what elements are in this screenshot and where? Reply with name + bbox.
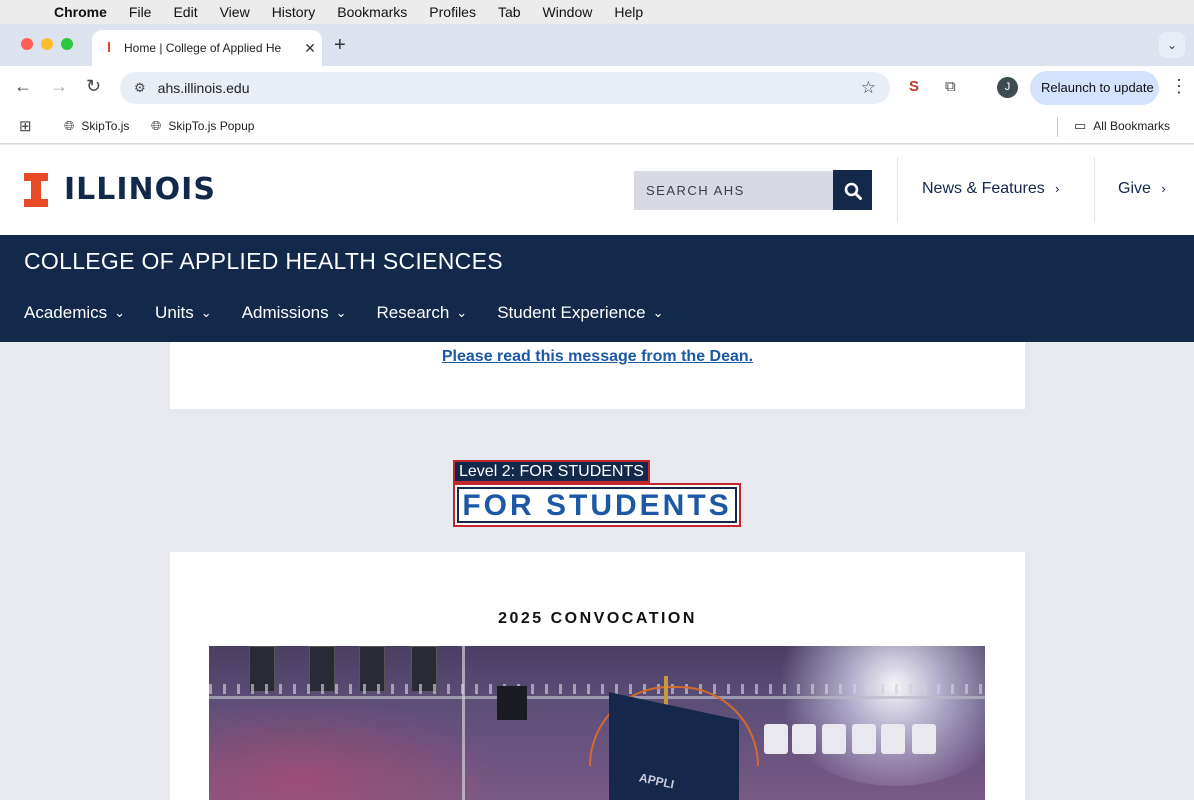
extension-s-icon[interactable]: S (909, 78, 919, 95)
tab-search-icon[interactable]: ⌄ (1159, 32, 1185, 58)
nav-research[interactable]: Research ⌄ (377, 303, 468, 323)
chevron-right-icon: › (1161, 181, 1166, 196)
college-bar: COLLEGE OF APPLIED HEALTH SCIENCES Acade… (0, 235, 1194, 342)
section-heading: FOR STUDENTS (453, 483, 741, 527)
illinois-logo[interactable]: ILLINOIS (24, 172, 216, 207)
convocation-photo[interactable]: APPLI (209, 646, 985, 800)
menu-tab[interactable]: Tab (498, 4, 521, 20)
header-divider (1094, 157, 1095, 223)
menu-history[interactable]: History (272, 4, 316, 20)
new-tab-icon[interactable]: + (334, 34, 346, 57)
bookmark-skipto[interactable]: 🌐︎ SkipTo.js (64, 118, 129, 134)
folder-icon: ▭ (1074, 118, 1087, 133)
reload-icon[interactable]: ↻ (86, 76, 101, 97)
main-nav: Academics ⌄ Units ⌄ Admissions ⌄ Researc… (24, 303, 693, 323)
chevron-right-icon: › (1055, 181, 1060, 196)
search-input[interactable]: SEARCH AHS (634, 171, 834, 210)
bookmarks-divider (1057, 117, 1058, 137)
menu-edit[interactable]: Edit (173, 4, 197, 20)
forward-icon[interactable]: → (50, 76, 68, 97)
bookmark-label: SkipTo.js Popup (168, 119, 255, 133)
bookmark-label: SkipTo.js (81, 119, 130, 133)
all-bookmarks[interactable]: ▭ All Bookmarks (1074, 118, 1170, 134)
macos-menubar: Chrome File Edit View History Bookmarks … (0, 0, 1194, 24)
block-i-icon (24, 172, 48, 207)
profile-avatar[interactable]: J (997, 77, 1018, 98)
chevron-down-icon: ⌄ (335, 305, 347, 320)
notice-card: Please read this message from the Dean. (170, 342, 1025, 409)
nav-label: Student Experience (497, 303, 646, 322)
app-menu[interactable]: Chrome (54, 4, 107, 20)
search-icon (844, 182, 862, 201)
apps-grid-icon[interactable]: ⊞ (19, 117, 32, 135)
illinois-wordmark: ILLINOIS (64, 172, 216, 207)
convocation-card: 2025 CONVOCATION APPLI (170, 552, 1025, 800)
tab-title: Home | College of Applied He (124, 41, 282, 55)
tab-active[interactable]: I Home | College of Applied He ✕ (92, 30, 322, 66)
chrome-menu-icon[interactable]: ⋮ (1170, 76, 1188, 97)
dean-message-link[interactable]: Please read this message from the Dean. (170, 348, 1025, 366)
all-bookmarks-label: All Bookmarks (1093, 119, 1170, 133)
menu-window[interactable]: Window (543, 4, 593, 20)
chevron-down-icon: ⌄ (114, 305, 126, 320)
skipto-level-tag: Level 2: FOR STUDENTS (453, 460, 650, 483)
bookmarks-bar: ⊞ 🌐︎ SkipTo.js 🌐︎ SkipTo.js Popup ▭ All … (0, 110, 1194, 144)
section-heading-text: FOR STUDENTS (457, 487, 737, 523)
relaunch-button[interactable]: Relaunch to update (1030, 71, 1159, 105)
site-info-icon[interactable]: ⚙ (134, 80, 146, 96)
nav-student-experience[interactable]: Student Experience ⌄ (497, 303, 663, 323)
globe-icon: 🌐︎ (64, 118, 75, 133)
chevron-down-icon: ⌄ (652, 305, 664, 320)
menu-help[interactable]: Help (614, 4, 643, 20)
search-button[interactable] (833, 170, 872, 210)
nav-label: Admissions (241, 303, 329, 322)
close-window-button[interactable] (21, 38, 33, 50)
chevron-down-icon: ⌄ (456, 305, 468, 320)
news-features-link[interactable]: News & Features › (922, 180, 1060, 198)
nav-label: Academics (24, 303, 108, 322)
extensions-puzzle-icon[interactable]: ⧉ (945, 78, 956, 95)
tab-strip: I Home | College of Applied He ✕ + ⌄ (0, 24, 1194, 66)
chevron-down-icon: ⌄ (200, 305, 212, 320)
nav-units[interactable]: Units ⌄ (155, 303, 212, 323)
news-features-label: News & Features (922, 180, 1045, 197)
minimize-window-button[interactable] (41, 38, 53, 50)
card-heading: 2025 CONVOCATION (498, 610, 697, 627)
browser-toolbar: ← → ↻ ⚙ ahs.illinois.edu ☆ S ⧉ J Relaunc… (0, 66, 1194, 110)
globe-icon: 🌐︎ (151, 118, 162, 133)
menu-profiles[interactable]: Profiles (429, 4, 476, 20)
address-bar[interactable]: ⚙ ahs.illinois.edu ☆ (120, 72, 890, 104)
nav-label: Research (376, 303, 450, 322)
nav-label: Units (155, 303, 194, 322)
menu-file[interactable]: File (129, 4, 152, 20)
header-divider (897, 157, 898, 223)
nav-academics[interactable]: Academics ⌄ (24, 303, 125, 323)
give-label: Give (1118, 180, 1151, 197)
nav-admissions[interactable]: Admissions ⌄ (242, 303, 347, 323)
site-header: ILLINOIS SEARCH AHS News & Features › Gi… (0, 145, 1194, 235)
zoom-window-button[interactable] (61, 38, 73, 50)
url-text[interactable]: ahs.illinois.edu (158, 80, 250, 96)
college-title[interactable]: COLLEGE OF APPLIED HEALTH SCIENCES (24, 248, 503, 275)
close-tab-icon[interactable]: ✕ (298, 40, 322, 57)
bookmark-skipto-popup[interactable]: 🌐︎ SkipTo.js Popup (151, 118, 254, 134)
back-icon[interactable]: ← (14, 76, 32, 97)
bookmark-star-icon[interactable]: ☆ (861, 78, 876, 98)
menu-view[interactable]: View (220, 4, 250, 20)
menu-bookmarks[interactable]: Bookmarks (337, 4, 407, 20)
illinois-favicon-icon: I (106, 39, 112, 56)
give-link[interactable]: Give › (1118, 180, 1166, 198)
